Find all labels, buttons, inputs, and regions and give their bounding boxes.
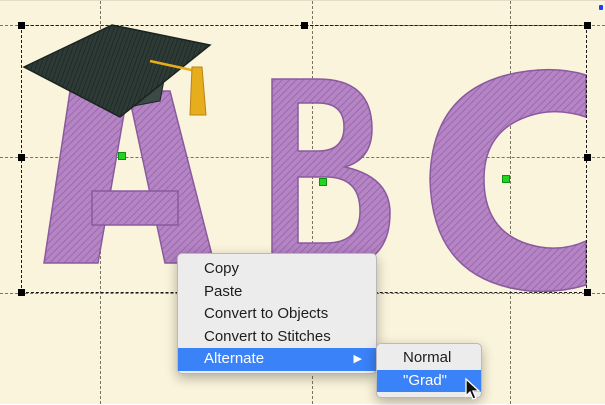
resize-handle-top[interactable]	[301, 22, 308, 29]
submenu-arrow-icon: ▶	[353, 353, 362, 365]
menu-item-label: Convert to Objects	[204, 305, 329, 322]
submenu-item-normal[interactable]: Normal	[377, 347, 481, 370]
context-menu: Copy Paste Convert to Objects Convert to…	[177, 253, 377, 374]
menu-item-label: Paste	[204, 282, 243, 300]
mouse-cursor-icon	[465, 377, 481, 400]
menu-item-paste[interactable]: Paste	[178, 281, 376, 304]
menu-item-convert-to-stitches[interactable]: Convert to Stitches	[178, 326, 376, 349]
letter-a-anchor[interactable]	[118, 152, 126, 160]
resize-handle-top-right[interactable]	[584, 22, 591, 29]
letter-b-anchor[interactable]	[319, 178, 327, 186]
menu-item-label: Alternate	[204, 350, 265, 367]
menu-item-alternate[interactable]: Alternate ▶	[178, 348, 376, 371]
menu-item-copy[interactable]: Copy	[178, 258, 376, 281]
resize-handle-left[interactable]	[18, 154, 25, 161]
menu-item-label: Normal	[403, 349, 452, 366]
menu-item-convert-to-objects[interactable]: Convert to Objects	[178, 303, 376, 326]
resize-handle-top-left[interactable]	[18, 22, 25, 29]
resize-handle-bottom-left[interactable]	[18, 289, 25, 296]
menu-item-label: Copy	[204, 260, 240, 277]
menu-item-label: Convert to Stitches	[204, 327, 331, 345]
resize-handle-bottom-right[interactable]	[584, 289, 591, 296]
letter-c-anchor[interactable]	[502, 175, 510, 183]
menu-item-label: "Grad"	[403, 371, 447, 389]
resize-handle-right[interactable]	[584, 154, 591, 161]
